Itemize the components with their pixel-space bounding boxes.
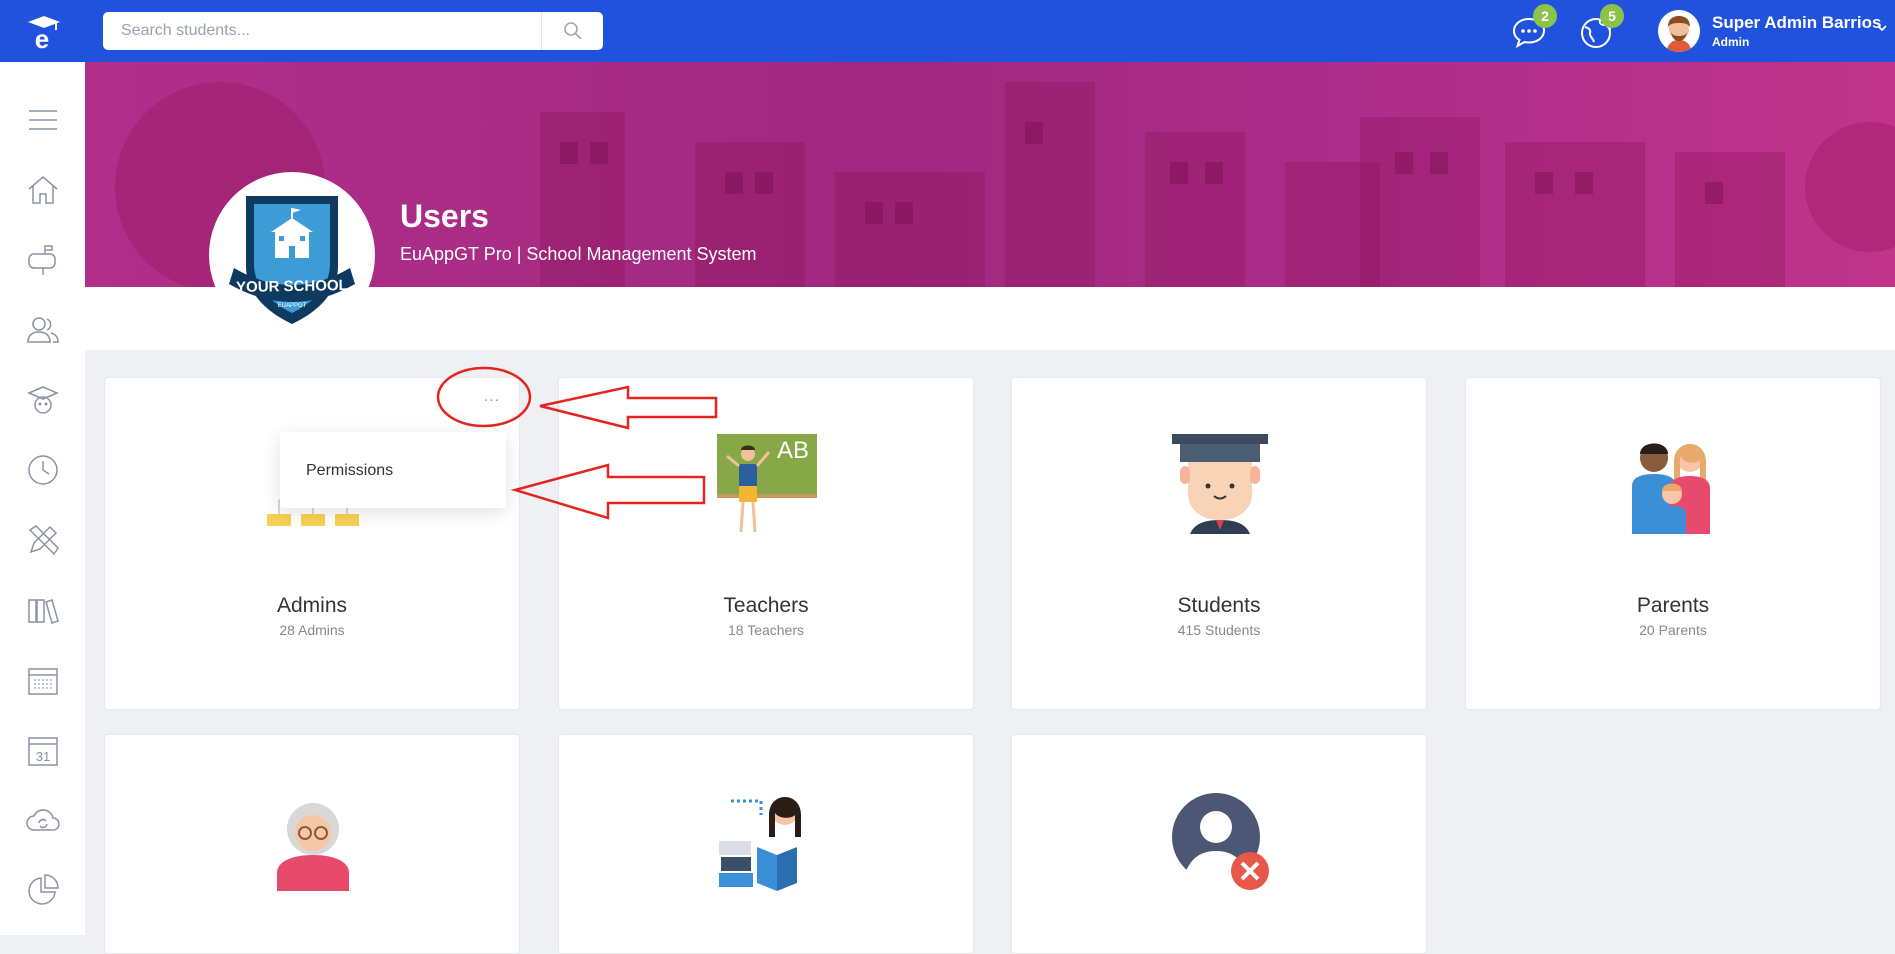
card-count: 28 Admins: [279, 622, 345, 638]
search-box: [103, 12, 603, 50]
search-button[interactable]: [541, 12, 603, 50]
calendar-grid-icon: [28, 668, 58, 695]
card-teachers[interactable]: AB Teachers 18 Teachers: [558, 377, 974, 710]
card-inactive-users[interactable]: [1011, 734, 1427, 954]
mailbox-icon: [28, 245, 56, 275]
sidebar-item-students[interactable]: [25, 382, 61, 418]
sidebar-item-attendance[interactable]: [25, 452, 61, 488]
card-title: Admins: [276, 594, 348, 617]
reader-icon: [719, 797, 801, 891]
card-options-dropdown: Permissions: [280, 432, 506, 508]
sidebar-item-cloud-sync[interactable]: [25, 802, 61, 838]
card-title: Teachers: [723, 594, 809, 617]
search-icon: [563, 22, 582, 40]
chalkboard-text: AB: [777, 437, 809, 464]
messages-button[interactable]: 2: [1509, 4, 1557, 52]
user-name: Super Admin Barrios: [1712, 13, 1882, 32]
home-icon: [28, 176, 58, 204]
grandmother-icon: [277, 803, 349, 891]
card-count: 415 Students: [1177, 622, 1261, 638]
sidebar-toggle-button[interactable]: [25, 102, 61, 138]
teacher-icon: AB: [717, 434, 817, 533]
card-count: 18 Teachers: [727, 622, 804, 638]
clock-icon: [28, 455, 58, 485]
notifications-button[interactable]: 5: [1576, 4, 1624, 52]
svg-text:e: e: [35, 24, 49, 52]
sidebar: 31: [0, 62, 85, 935]
page-subtitle: EuAppGT Pro | School Management System: [400, 244, 757, 264]
family-icon: [1632, 443, 1710, 534]
card-options-button[interactable]: ...: [475, 389, 509, 410]
pie-chart-icon: [28, 874, 59, 905]
page-title: Users: [400, 198, 489, 234]
school-logo-text: YOUR SCHOOL: [236, 277, 348, 296]
hamburger-menu-icon: [29, 110, 57, 130]
card-count: 20 Parents: [1639, 622, 1707, 638]
pencil-ruler-icon: [28, 525, 59, 556]
card-guardians[interactable]: [104, 734, 520, 954]
sidebar-item-reports[interactable]: [25, 872, 61, 908]
school-logo-subtext: EUAPPGT: [278, 303, 307, 309]
sidebar-item-schedule[interactable]: [25, 662, 61, 698]
card-title: Students: [1177, 594, 1261, 617]
graduate-icon: [27, 386, 59, 414]
card-students[interactable]: Students 415 Students: [1011, 377, 1427, 710]
student-icon: [1172, 434, 1268, 534]
avatar: [1658, 10, 1700, 52]
messages-count-badge: 2: [1533, 4, 1557, 28]
sidebar-item-library[interactable]: [25, 592, 61, 628]
cloud-sync-icon: [26, 809, 60, 831]
sidebar-item-home[interactable]: [25, 172, 61, 208]
svg-text:31: 31: [36, 749, 50, 764]
card-parents[interactable]: Parents 20 Parents: [1465, 377, 1881, 710]
card-librarians[interactable]: [558, 734, 974, 954]
users-icon: [27, 317, 59, 343]
card-title: Parents: [1636, 594, 1710, 617]
calendar-31-icon: 31: [28, 737, 58, 766]
search-input[interactable]: [103, 12, 543, 50]
card-admins[interactable]: ... Admins 28 Admins: [104, 377, 520, 710]
permissions-menu-item[interactable]: Permissions: [306, 462, 393, 480]
school-logo: YOUR SCHOOL EUAPPGT: [209, 172, 375, 338]
sidebar-item-users[interactable]: [25, 312, 61, 348]
sidebar-item-calendar[interactable]: 31: [25, 732, 61, 768]
app-logo-icon[interactable]: e: [22, 12, 62, 54]
user-menu[interactable]: Super Admin Barrios Admin: [1655, 8, 1895, 54]
notifications-count-badge: 5: [1600, 4, 1624, 28]
sidebar-item-homework[interactable]: [25, 522, 61, 558]
sidebar-item-mail[interactable]: [25, 242, 61, 278]
user-role: Admin: [1712, 35, 1750, 49]
books-icon: [28, 599, 59, 624]
user-removed-icon: [1172, 793, 1269, 890]
chevron-down-icon: [1877, 25, 1887, 32]
top-bar: e 2 5 Super Admin Barrios Admin: [0, 0, 1895, 62]
